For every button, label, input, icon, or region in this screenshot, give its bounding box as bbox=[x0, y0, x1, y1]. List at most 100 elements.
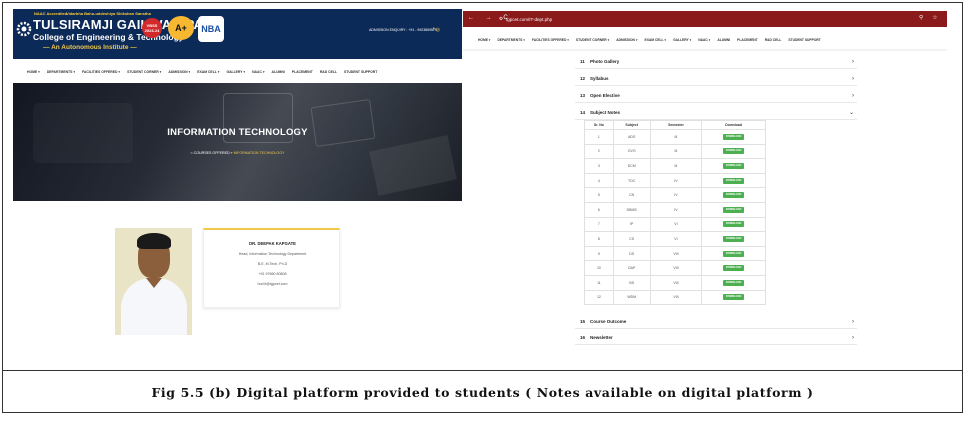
address-bar[interactable]: ⚙ tgpcet.com/IT-dept.php bbox=[499, 15, 799, 23]
cell-semester: IV bbox=[649, 172, 703, 189]
download-button[interactable]: DOWNLOAD bbox=[723, 250, 745, 257]
cell-semester: VIII bbox=[649, 289, 703, 306]
accordion-section[interactable]: 16 Newsletter › bbox=[575, 331, 857, 345]
download-button[interactable]: DOWNLOAD bbox=[723, 148, 745, 155]
download-button[interactable]: DOWNLOAD bbox=[723, 206, 745, 213]
cell-download: DOWNLOAD bbox=[701, 172, 766, 189]
left-nav-item[interactable]: R&D CELL bbox=[320, 70, 337, 74]
right-nav-item[interactable]: STUDENT CORNER ▾ bbox=[576, 38, 609, 42]
download-button[interactable]: DOWNLOAD bbox=[723, 133, 745, 140]
left-nav-item[interactable]: HOME ▾ bbox=[27, 70, 40, 74]
autonomous-tagline: — An Autonomous Institute — bbox=[43, 44, 137, 51]
cell-semester: VIII bbox=[649, 260, 703, 276]
right-nav-item[interactable]: HOME ▾ bbox=[478, 38, 490, 42]
cell-sr-no: 8 bbox=[584, 231, 614, 247]
right-nav-item[interactable]: EXAM CELL ▾ bbox=[645, 38, 667, 42]
right-nav-item[interactable]: NAAC ▾ bbox=[698, 38, 710, 42]
left-nav-item[interactable]: ADMISSION ▾ bbox=[168, 70, 190, 74]
table-row: 4 TOC IV DOWNLOAD bbox=[584, 172, 766, 189]
cell-subject: ADS bbox=[612, 129, 651, 145]
left-nav-item[interactable]: EXAM CELL ▾ bbox=[197, 70, 219, 74]
chevron-icon[interactable]: › bbox=[852, 319, 854, 325]
cell-semester: III bbox=[649, 143, 703, 160]
right-nav-item[interactable]: STUDENT SUPPORT bbox=[788, 38, 820, 42]
left-nav-menu: HOME ▾ DEPARTMENTS ▾ FACILITIES OFFERED ▾ S… bbox=[13, 67, 462, 77]
left-nav-item[interactable]: PLACEMENT bbox=[292, 70, 313, 74]
hod-email[interactable]: hod.it@tgpcet.com bbox=[204, 282, 341, 286]
hod-card: DR. DEEPAK KAPGATE Head, Information Tec… bbox=[203, 228, 340, 308]
left-nav-item[interactable]: FACILITIES OFFERED ▾ bbox=[82, 70, 120, 74]
section-number: 11 bbox=[580, 59, 585, 64]
table-row: 6 DBMS IV DOWNLOAD bbox=[584, 201, 766, 218]
cell-download: DOWNLOAD bbox=[701, 187, 766, 203]
gear-logo-icon bbox=[16, 21, 32, 37]
cell-semester: IV bbox=[649, 187, 703, 203]
chevron-icon[interactable]: › bbox=[852, 93, 854, 99]
left-nav-item[interactable]: ALUMNI bbox=[272, 70, 285, 74]
cell-semester: VI bbox=[649, 231, 703, 247]
cell-download: DOWNLOAD bbox=[701, 274, 766, 291]
accordion-section[interactable]: 14 Subject Notes ⌄ bbox=[575, 106, 857, 120]
naac-tag: NAAC Accredited bbox=[34, 11, 68, 16]
admission-enquiry[interactable]: ADMISSION ENQUIRY : +91 - 9923869579 bbox=[369, 28, 437, 32]
right-nav-item[interactable]: ADMISSION ▾ bbox=[616, 38, 637, 42]
download-button[interactable]: DOWNLOAD bbox=[723, 235, 745, 242]
cell-subject: DCM bbox=[612, 158, 651, 174]
right-nav-item[interactable]: FACILITIES OFFERED ▾ bbox=[532, 38, 569, 42]
cell-sr-no: 7 bbox=[584, 216, 614, 233]
chevron-icon[interactable]: › bbox=[852, 335, 854, 341]
section-number: 16 bbox=[580, 335, 586, 340]
chevron-icon[interactable]: › bbox=[852, 59, 854, 65]
cell-sr-no: 6 bbox=[584, 201, 614, 218]
cell-subject: OVO bbox=[612, 143, 651, 160]
browser-action-icons[interactable]: ⚲ ☆ bbox=[919, 15, 942, 21]
breadcrumb-parent[interactable]: ⌂ COURSES OFFERED » bbox=[190, 151, 233, 155]
cell-semester: VIII bbox=[649, 274, 703, 291]
hod-role: Head, Information Technology Department bbox=[238, 252, 307, 256]
right-nav-item[interactable]: ALUMNI bbox=[717, 38, 730, 42]
left-nav-item[interactable]: NAAC ▾ bbox=[252, 70, 264, 74]
download-button[interactable]: DOWNLOAD bbox=[723, 162, 745, 169]
section-number: 14 bbox=[580, 110, 586, 115]
section-number: 13 bbox=[580, 93, 586, 98]
download-button[interactable]: DOWNLOAD bbox=[723, 279, 745, 286]
accordion-section[interactable]: 12 Syllabus › bbox=[575, 72, 857, 86]
download-button[interactable]: DOWNLOAD bbox=[723, 177, 745, 184]
left-nav-item[interactable]: STUDENT SUPPORT bbox=[344, 70, 377, 74]
left-nav-item[interactable]: DEPARTMENTS ▾ bbox=[47, 70, 75, 74]
cell-subject: CS bbox=[612, 231, 651, 247]
download-button[interactable]: DOWNLOAD bbox=[723, 265, 745, 272]
accordion-section[interactable]: 13 Open Elective › bbox=[575, 89, 857, 103]
right-nav-item[interactable]: R&D CELL bbox=[765, 38, 782, 42]
cell-subject: DBMS bbox=[612, 201, 651, 218]
left-nav-item[interactable]: GALLERY ▾ bbox=[226, 70, 245, 74]
hod-name: DR. DEEPAK KAPGATE bbox=[249, 241, 296, 246]
cell-subject: DAP bbox=[612, 260, 651, 276]
cell-download: DOWNLOAD bbox=[701, 129, 766, 145]
cell-sr-no: 4 bbox=[584, 172, 614, 189]
cell-semester: IV bbox=[649, 201, 703, 218]
site-info-icon[interactable]: ⚙ bbox=[499, 16, 503, 22]
right-nav-item[interactable]: DEPARTMENTS ▾ bbox=[497, 38, 524, 42]
social-icons[interactable]: f ◎ bbox=[433, 27, 440, 33]
chevron-icon[interactable]: › bbox=[852, 76, 854, 82]
download-button[interactable]: DOWNLOAD bbox=[723, 221, 745, 228]
accordion-section[interactable]: 15 Course Outcome › bbox=[575, 315, 857, 329]
section-label: Open Elective bbox=[590, 93, 620, 98]
right-nav-item[interactable]: GALLERY ▾ bbox=[673, 38, 691, 42]
table-row: 11 BS VIII DOWNLOAD bbox=[584, 274, 766, 291]
cell-subject: WDM bbox=[612, 289, 651, 306]
cell-download: DOWNLOAD bbox=[701, 216, 766, 233]
right-nav-menu: HOME ▾ DEPARTMENTS ▾ FACILITIES OFFERED ▾ S… bbox=[463, 35, 947, 45]
breadcrumb: ⌂ COURSES OFFERED » INFORMATION TECHNOLO… bbox=[13, 151, 462, 155]
url-text[interactable]: tgpcet.com/IT-dept.php bbox=[506, 17, 552, 22]
download-button[interactable]: DOWNLOAD bbox=[723, 192, 745, 199]
accordion-section[interactable]: 11 Photo Gallery › bbox=[575, 55, 857, 69]
college-header: NAAC Accredited Vidarbha Bahu-uddeshiya … bbox=[13, 9, 462, 59]
chevron-icon[interactable]: ⌄ bbox=[849, 109, 854, 116]
left-nav-item[interactable]: STUDENT CORNER ▾ bbox=[127, 70, 161, 74]
section-label: Subject Notes bbox=[590, 110, 621, 115]
page-title: INFORMATION TECHNOLOGY bbox=[167, 127, 308, 138]
right-nav-item[interactable]: PLACEMENT bbox=[737, 38, 758, 42]
download-button[interactable]: DOWNLOAD bbox=[723, 294, 745, 301]
